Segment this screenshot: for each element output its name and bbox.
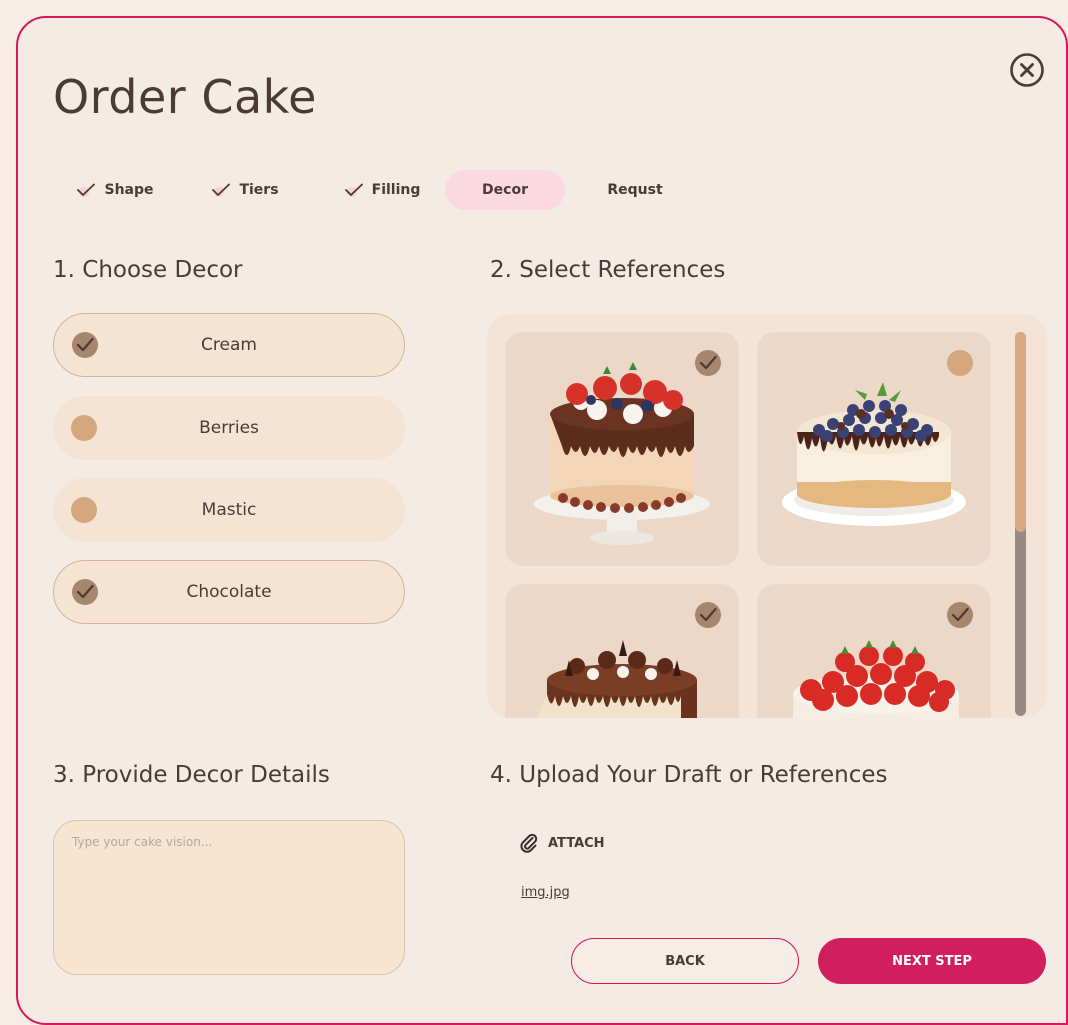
reference-card-blueberry-cake[interactable] [757, 332, 991, 566]
reference-gallery [487, 314, 1047, 718]
checkbox-checked[interactable] [947, 602, 973, 628]
choose-decor-heading: 1. Choose Decor [53, 257, 243, 283]
gallery-scrollbar-thumb[interactable] [1015, 332, 1026, 532]
paperclip-icon [520, 833, 538, 853]
tab-decor-label: Decor [482, 182, 528, 198]
reference-card-chocolate-cake[interactable] [505, 584, 739, 718]
decor-option-label: Berries [199, 418, 259, 438]
tab-decor[interactable]: Decor [445, 170, 565, 210]
page-title: Order Cake [53, 70, 317, 124]
tab-shape[interactable]: Shape [60, 170, 170, 210]
checkmark-icon [951, 607, 969, 622]
upload-heading: 4. Upload Your Draft or References [490, 762, 888, 788]
checkmark-icon [76, 337, 94, 352]
decor-option-label: Cream [201, 335, 257, 355]
decor-option-chocolate[interactable]: Chocolate [53, 560, 405, 624]
tab-filling-label: Filling [371, 182, 421, 198]
checkmark-icon [699, 607, 717, 622]
checkmark-icon [77, 183, 96, 197]
decor-option-label: Chocolate [186, 582, 272, 602]
checkbox-checked[interactable] [695, 350, 721, 376]
uploaded-file-link[interactable]: img.jpg [521, 885, 570, 900]
tab-shape-label: Shape [104, 182, 154, 198]
reference-card-strawberry-cake[interactable] [505, 332, 739, 566]
tab-tiers-label: Tiers [239, 182, 279, 198]
checkmark-icon [344, 183, 363, 197]
checkbox-unchecked[interactable] [947, 350, 973, 376]
next-step-button[interactable]: NEXT STEP [818, 938, 1046, 984]
decor-option-berries[interactable]: Berries [53, 396, 405, 460]
checkbox-checked[interactable] [72, 332, 98, 358]
checkbox-checked[interactable] [72, 579, 98, 605]
close-icon[interactable] [1009, 52, 1045, 88]
gallery-scrollbar[interactable] [1015, 332, 1026, 716]
tab-request[interactable]: Requst [580, 170, 690, 210]
attach-button[interactable]: ATTACH [520, 830, 605, 856]
checkbox-unchecked[interactable] [71, 497, 97, 523]
checkmark-icon [699, 355, 717, 370]
checkbox-unchecked[interactable] [71, 415, 97, 441]
tab-filling[interactable]: Filling [322, 170, 442, 210]
tab-tiers[interactable]: Tiers [190, 170, 300, 210]
reference-card-strawberry-topped-cake[interactable] [757, 584, 991, 718]
decor-option-mastic[interactable]: Mastic [53, 478, 405, 542]
tab-request-label: Requst [607, 182, 663, 198]
checkmark-icon [212, 183, 231, 197]
decor-details-heading: 3. Provide Decor Details [53, 762, 330, 788]
select-references-heading: 2. Select References [490, 257, 726, 283]
decor-option-label: Mastic [201, 500, 257, 520]
checkbox-checked[interactable] [695, 602, 721, 628]
back-button[interactable]: BACK [571, 938, 799, 984]
checkmark-icon [76, 584, 94, 599]
attach-label: ATTACH [548, 835, 605, 851]
decor-details-textarea[interactable] [53, 820, 405, 975]
decor-option-cream[interactable]: Cream [53, 313, 405, 377]
